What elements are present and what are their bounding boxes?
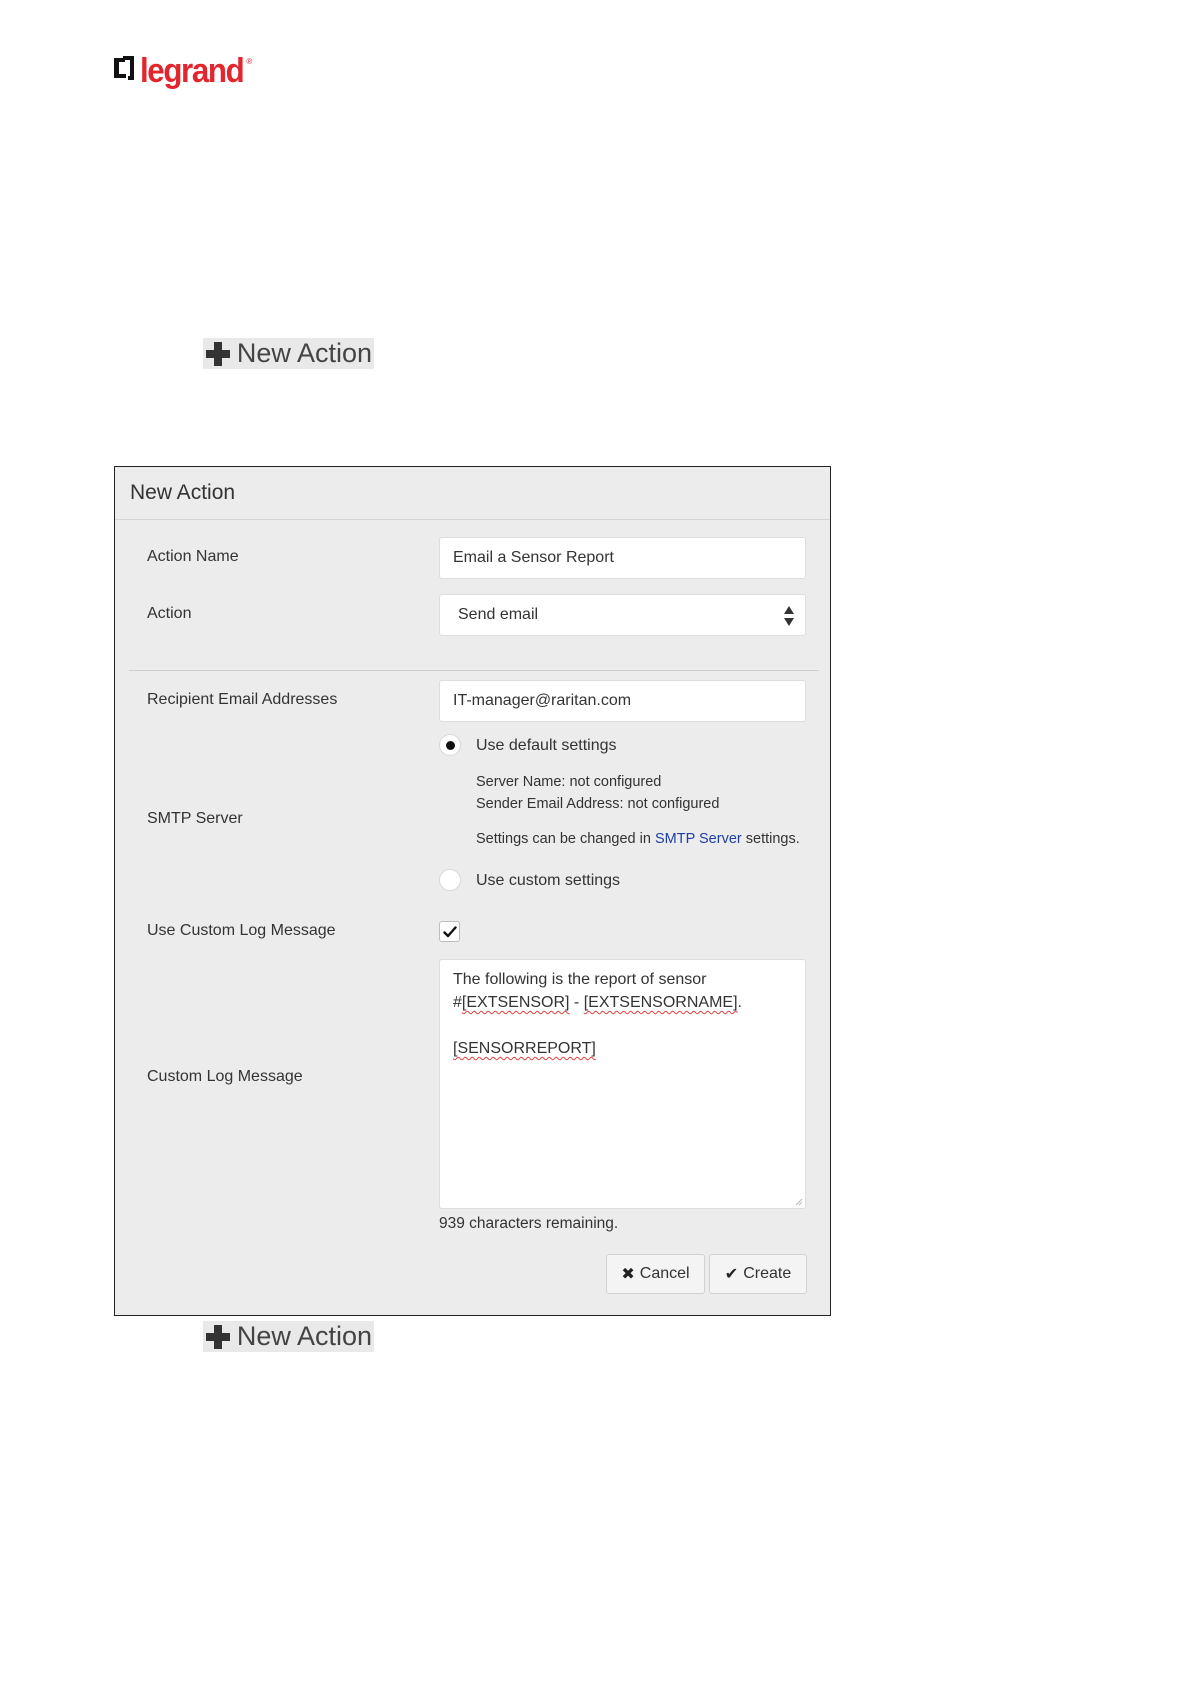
action-select-value: Send email [458,606,539,623]
use-default-settings-radio[interactable] [439,734,461,756]
plus-icon [205,341,230,367]
log-line-2-separator: - [569,994,584,1011]
log-line-2-suffix: . [737,994,742,1011]
use-custom-settings-radio[interactable] [439,869,461,891]
plus-icon [205,1324,230,1350]
log-line-3-blank [453,1014,792,1037]
resize-grip-icon[interactable] [795,1198,803,1206]
action-select[interactable]: Send email [439,594,806,636]
action-name-input[interactable]: Email a Sensor Report [439,537,806,579]
new-action-button-bottom[interactable]: New Action [203,1321,374,1352]
legrand-mark-icon [114,56,134,80]
log-line-1: The following is the report of sensor [453,971,707,988]
recipient-email-label: Recipient Email Addresses [147,691,338,708]
log-line-2-prefix: # [453,994,462,1011]
smtp-server-label: SMTP Server [147,810,243,827]
custom-log-message-textarea[interactable]: The following is the report of sensor #[… [439,959,806,1209]
sender-email-info: Sender Email Address: not configured [476,796,720,812]
settings-note-suffix: settings. [741,831,800,847]
new-action-label: New Action [236,1321,372,1351]
extsensor-token: [EXTSENSOR] [461,994,570,1011]
dialog-title: New Action [130,481,236,504]
settings-change-note: Settings can be changed in SMTP Server s… [476,831,800,847]
use-custom-log-checkbox[interactable] [439,921,460,942]
new-action-dialog: New Action Action Name Email a Sensor Re… [114,466,831,1316]
characters-remaining: 939 characters remaining. [439,1215,619,1232]
dialog-header: New Action [115,467,830,520]
server-name-info: Server Name: not configured [476,774,662,790]
cancel-label: Cancel [639,1265,690,1282]
log-line-2: #[EXTSENSOR] - [EXTSENSORNAME]. [453,991,792,1014]
use-custom-settings-label: Use custom settings [476,872,621,889]
recipient-email-input[interactable]: IT-manager@raritan.com [439,680,806,722]
extsensorname-token: [EXTSENSORNAME] [583,994,738,1011]
new-action-button-top[interactable]: New Action [203,338,374,369]
action-name-label: Action Name [147,548,239,565]
smtp-server-link[interactable]: SMTP Server [655,831,742,847]
use-default-settings-label: Use default settings [476,737,617,754]
create-label: Create [743,1265,792,1282]
cancel-button[interactable]: ✖ Cancel [606,1254,705,1294]
close-icon: ✖ [621,1266,635,1283]
form-divider [129,670,819,671]
create-button[interactable]: ✔ Create [709,1254,807,1294]
log-line-4: [SENSORREPORT] [453,1037,792,1060]
logo-wordmark: legrand [140,52,245,90]
recipient-email-value: IT-manager@raritan.com [453,692,632,709]
custom-log-message-label: Custom Log Message [147,1068,303,1085]
use-custom-log-label: Use Custom Log Message [147,922,336,939]
settings-note-prefix: Settings can be changed in [476,831,655,847]
checkmark-icon: ✔ [724,1266,739,1283]
select-arrows-icon [784,606,794,626]
legrand-logo: legrand ® [113,52,253,95]
action-label: Action [147,605,192,622]
checkmark-icon [442,925,457,937]
new-action-label: New Action [236,338,372,368]
sensorreport-token: [SENSORREPORT] [453,1040,596,1057]
action-name-value: Email a Sensor Report [453,549,614,566]
logo-registered-mark: ® [246,57,253,66]
